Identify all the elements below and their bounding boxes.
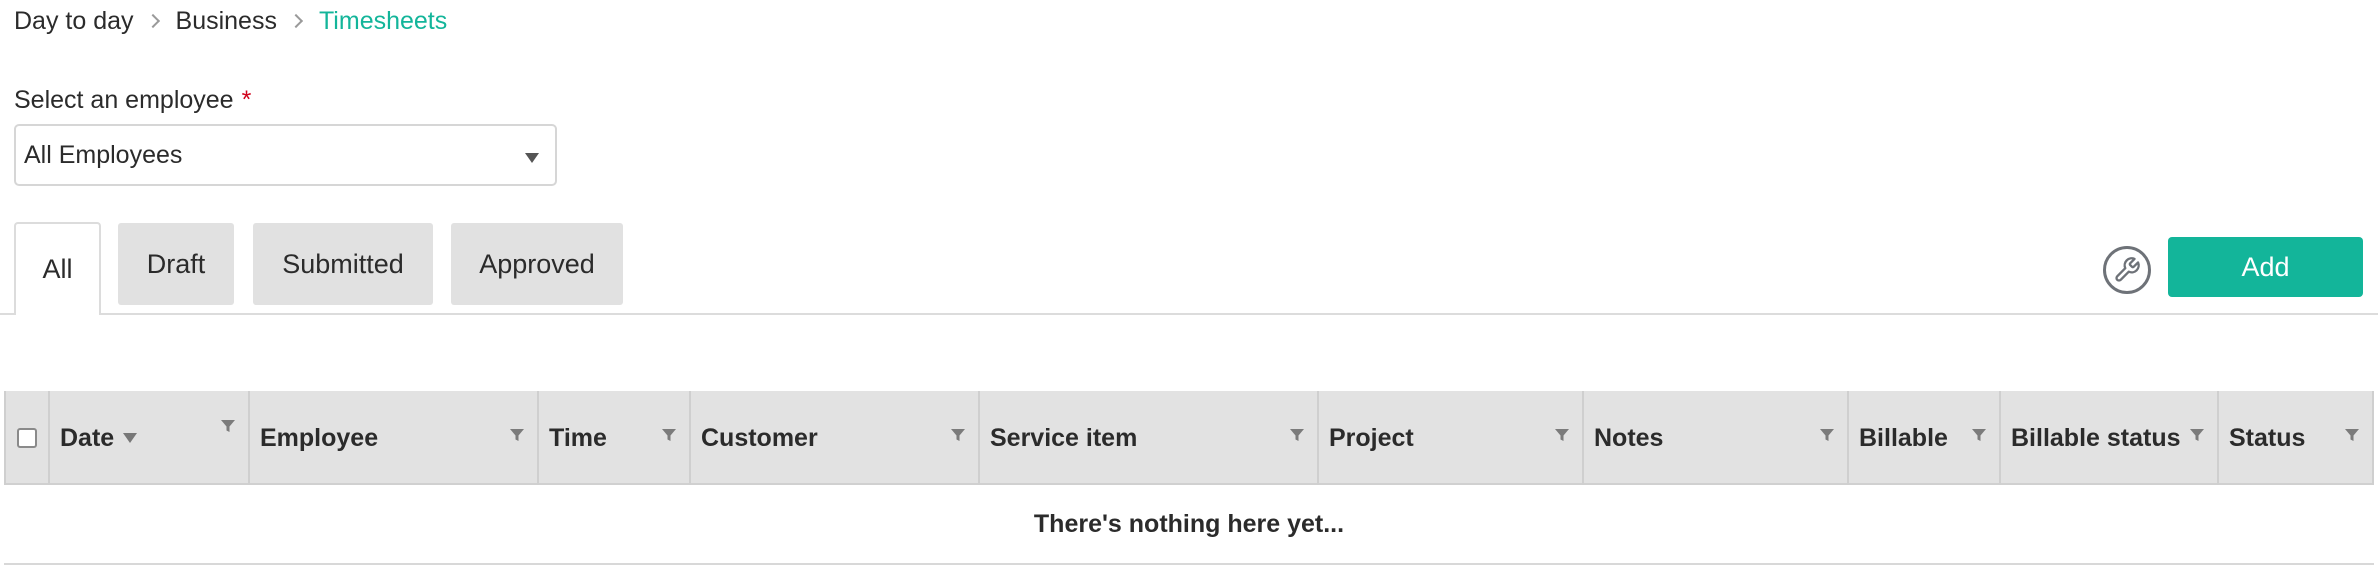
employee-select[interactable]: All Employees <box>14 124 557 186</box>
column-label-employee: Employee <box>260 423 379 452</box>
column-header-service-item[interactable]: Service item <box>980 391 1319 485</box>
chevron-right-icon <box>288 13 304 29</box>
chevron-right-icon <box>145 13 160 29</box>
breadcrumb: Day to day Business Timesheets <box>14 6 447 36</box>
column-header-employee[interactable]: Employee <box>250 391 539 485</box>
breadcrumb-business[interactable]: Business <box>176 7 277 36</box>
tabs-divider <box>0 313 2378 315</box>
column-label-project: Project <box>1329 423 1414 452</box>
filter-icon[interactable] <box>1971 427 1987 443</box>
filter-icon[interactable] <box>2344 427 2360 443</box>
column-header-project[interactable]: Project <box>1319 391 1584 485</box>
column-label-billable: Billable <box>1859 423 1948 452</box>
column-header-date[interactable]: Date <box>50 391 250 485</box>
filter-icon[interactable] <box>1819 427 1835 443</box>
tab-all[interactable]: All <box>14 222 101 315</box>
employee-select-label-text: Select an employee <box>14 86 234 114</box>
filter-icon[interactable] <box>950 427 966 443</box>
sort-desc-icon[interactable] <box>123 433 138 443</box>
select-all-checkbox[interactable] <box>17 428 37 448</box>
tab-approved[interactable]: Approved <box>451 223 623 305</box>
tab-submitted-label: Submitted <box>282 248 404 279</box>
filter-icon[interactable] <box>220 418 236 434</box>
tab-all-label: All <box>42 254 73 284</box>
breadcrumb-day-to-day[interactable]: Day to day <box>14 7 134 36</box>
settings-button[interactable] <box>2103 246 2151 294</box>
column-label-status: Status <box>2229 423 2306 452</box>
filter-icon[interactable] <box>661 427 677 443</box>
column-header-billable-status[interactable]: Billable status <box>2001 391 2219 485</box>
column-header-customer[interactable]: Customer <box>691 391 980 485</box>
column-header-billable[interactable]: Billable <box>1849 391 2001 485</box>
column-label-billable-status: Billable status <box>2011 423 2181 452</box>
column-header-status[interactable]: Status <box>2219 391 2374 485</box>
timesheets-grid: Date Employee Time Customer Service item… <box>4 391 2374 565</box>
wrench-icon <box>2115 257 2140 282</box>
column-label-date: Date <box>60 423 115 452</box>
column-header-notes[interactable]: Notes <box>1584 391 1849 485</box>
employee-select-value: All Employees <box>24 140 183 169</box>
caret-down-icon <box>525 153 539 163</box>
breadcrumb-timesheets: Timesheets <box>318 6 448 35</box>
column-label-time: Time <box>549 423 607 452</box>
filter-icon[interactable] <box>1289 427 1305 443</box>
filter-icon[interactable] <box>509 427 525 443</box>
required-marker: * <box>241 86 252 114</box>
tab-draft[interactable]: Draft <box>118 223 234 305</box>
tab-approved-label: Approved <box>479 248 595 279</box>
column-label-service-item: Service item <box>990 423 1138 452</box>
filter-icon[interactable] <box>1554 427 1570 443</box>
select-all-column <box>4 391 50 485</box>
filter-icon[interactable] <box>2189 427 2205 443</box>
grid-header: Date Employee Time Customer Service item… <box>4 391 2374 485</box>
column-label-notes: Notes <box>1594 423 1664 452</box>
add-button[interactable]: Add <box>2168 237 2363 297</box>
tab-submitted[interactable]: Submitted <box>253 223 433 305</box>
column-label-customer: Customer <box>701 423 818 452</box>
column-header-time[interactable]: Time <box>539 391 691 485</box>
employee-select-label: Select an employee * <box>14 86 251 115</box>
tab-draft-label: Draft <box>146 248 206 279</box>
empty-state-message: There's nothing here yet... <box>4 485 2374 565</box>
